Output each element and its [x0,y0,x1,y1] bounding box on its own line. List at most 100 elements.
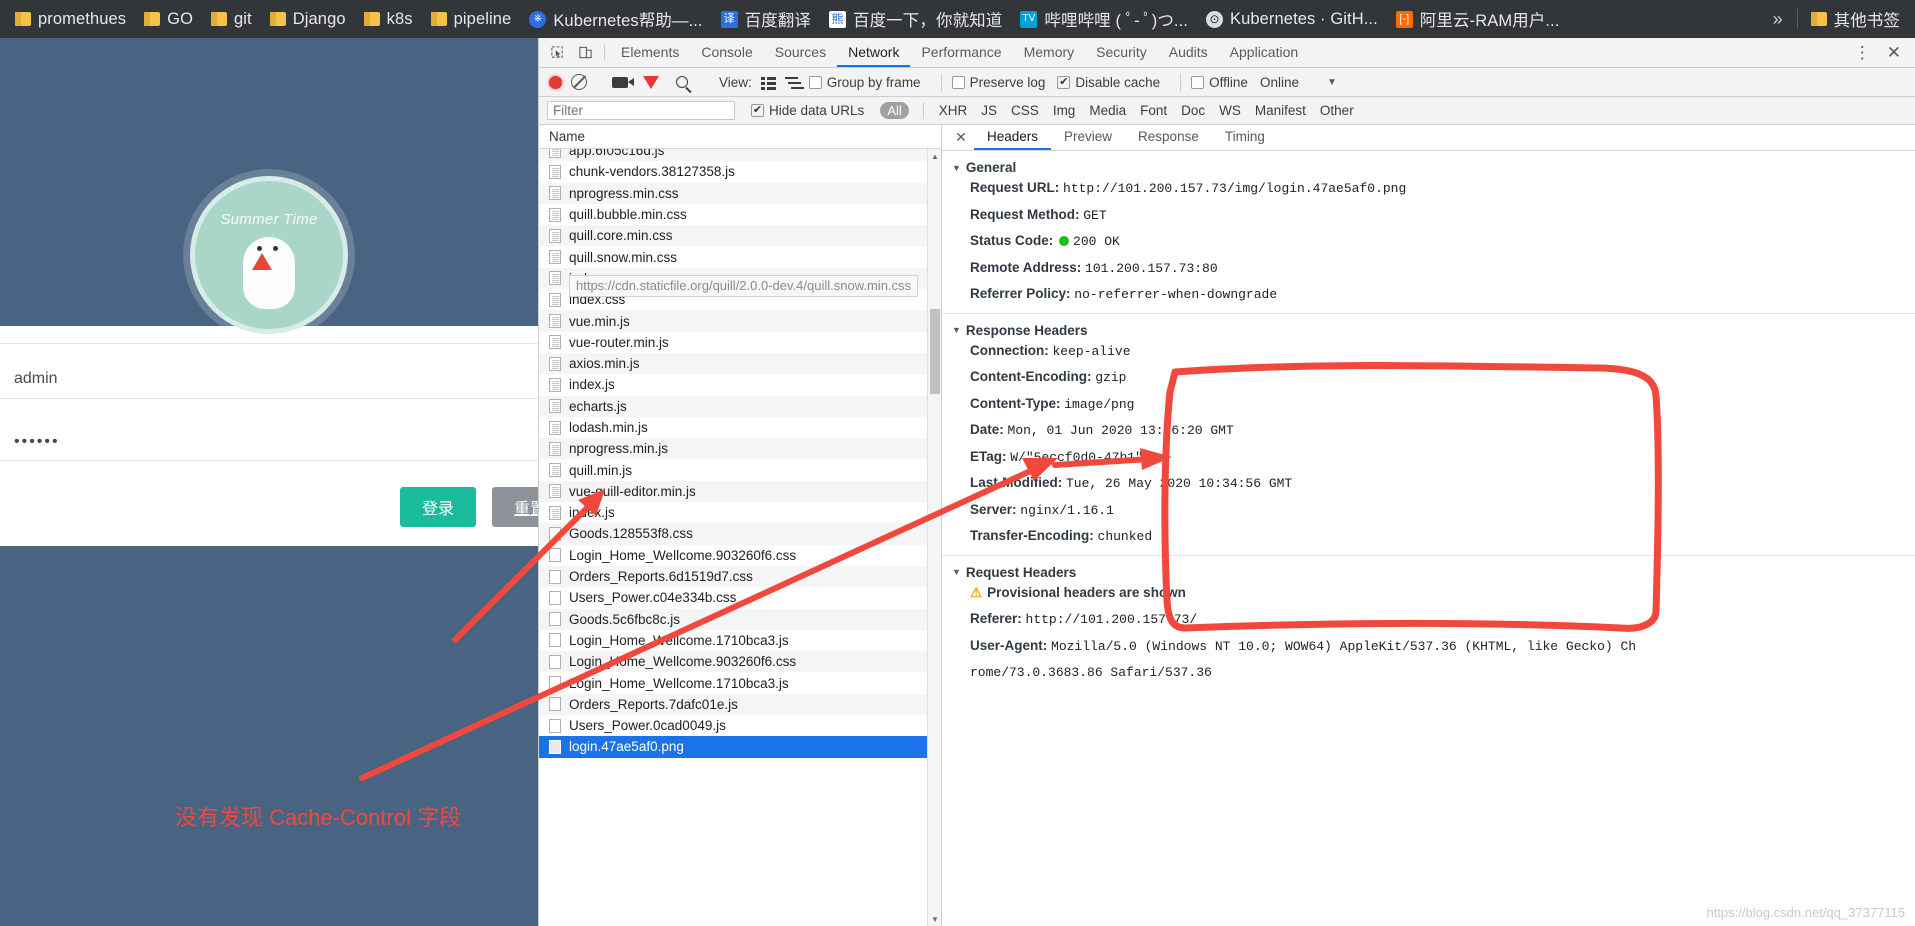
detail-tab-response[interactable]: Response [1125,125,1212,150]
table-row[interactable]: vue-quill-editor.min.js [539,480,941,503]
inspect-element-icon[interactable] [543,38,571,67]
table-row[interactable]: Users_Power.c04e334b.css [539,587,941,608]
bookmark-go[interactable]: GO [135,7,202,32]
table-row[interactable]: index.js [539,374,941,395]
table-row[interactable]: Goods.5c6fbc8c.js [539,608,941,630]
table-row[interactable]: quill.snow.min.css [539,246,941,267]
tab-sources[interactable]: Sources [764,38,837,67]
type-filter-all[interactable]: All [880,102,909,119]
table-row[interactable]: nprogress.min.css [539,182,941,204]
bookmark-label: promethues [38,9,127,28]
table-row[interactable]: vue.min.js [539,310,941,332]
type-filter-media[interactable]: Media [1082,103,1133,118]
request-headers-section-title[interactable]: ▼ Request Headers [952,565,1915,580]
table-row[interactable]: Login_Home_Wellcome.903260f6.css [539,545,941,566]
type-filter-css[interactable]: CSS [1004,103,1046,118]
table-row[interactable]: Login_Home_Wellcome.1710bca3.js [539,672,941,693]
detail-tab-preview[interactable]: Preview [1051,125,1125,150]
bookmark-k8s[interactable]: k8s [355,7,422,32]
view-list-icon[interactable] [760,76,776,89]
tab-memory[interactable]: Memory [1013,38,1086,67]
login-button[interactable]: 登录 [400,487,476,527]
bookmark-other-bookmarks[interactable]: 其他书签 [1802,4,1909,34]
capture-screenshots-icon[interactable] [612,76,634,88]
filter-input[interactable] [547,101,735,120]
bookmark-bilibili[interactable]: TV 哔哩哔哩 ( ﾟ- ﾟ)つ... [1011,4,1197,34]
tab-console[interactable]: Console [690,38,763,67]
password-input[interactable]: •••••• [14,433,60,451]
type-filter-img[interactable]: Img [1046,103,1083,118]
record-button-icon[interactable] [549,75,562,89]
detail-tab-headers[interactable]: Headers [974,125,1052,150]
throttling-value[interactable]: Online [1260,75,1299,90]
table-row[interactable]: lodash.min.js [539,417,941,438]
type-filter-doc[interactable]: Doc [1174,103,1212,118]
table-row[interactable]: axios.min.js [539,352,941,375]
table-row[interactable]: Login_Home_Wellcome.903260f6.css [539,651,941,673]
bookmark-baidu-fanyi[interactable]: 译 百度翻译 [712,4,820,34]
table-row[interactable]: vue-router.min.js [539,332,941,353]
clear-icon[interactable] [571,74,587,90]
hide-data-urls-checkbox[interactable]: Hide data URLs [751,103,864,118]
bookmark-pipeline[interactable]: pipeline [422,7,521,32]
table-row[interactable]: chunk-vendors.38127358.js [539,161,941,182]
tab-security[interactable]: Security [1085,38,1158,67]
table-row[interactable]: Orders_Reports.7dafc01e.js [539,693,941,716]
table-row[interactable]: Orders_Reports.6d1519d7.css [539,565,941,588]
bookmark-baidu[interactable]: 熊 百度一下，你就知道 [820,4,1011,34]
general-section-title[interactable]: ▼ General [952,160,1915,175]
table-row[interactable]: nprogress.min.js [539,438,941,460]
table-row[interactable]: Login_Home_Wellcome.1710bca3.js [539,630,941,651]
filter-icon[interactable] [643,75,659,89]
offline-checkbox[interactable]: Offline [1191,75,1248,90]
type-filter-js[interactable]: JS [974,103,1004,118]
bookmark-promethues[interactable]: promethues [6,7,135,32]
type-filter-xhr[interactable]: XHR [932,103,975,118]
chevron-down-icon[interactable]: ▼ [952,567,961,577]
type-filter-ws[interactable]: WS [1212,103,1248,118]
devtools-more-menu-icon[interactable]: ⋮ [1846,44,1879,61]
preserve-log-checkbox[interactable]: Preserve log [951,75,1045,90]
type-filter-other[interactable]: Other [1313,103,1361,118]
scroll-down-icon[interactable]: ▼ [928,912,942,926]
type-filter-manifest[interactable]: Manifest [1248,103,1313,118]
group-by-frame-checkbox[interactable]: Group by frame [808,75,921,90]
bookmark-git[interactable]: git [202,7,261,32]
type-filter-font[interactable]: Font [1133,103,1174,118]
chevron-down-icon[interactable]: ▼ [952,163,961,173]
table-row[interactable]: index.js [539,502,941,523]
chevron-down-icon[interactable]: ▼ [952,325,961,335]
table-row[interactable]: app.6f05c16d.js [539,149,941,162]
view-waterfall-icon[interactable] [784,76,800,89]
bookmark-kubernetes-help[interactable]: ⎈ Kubernetes帮助—... [520,4,711,34]
network-list-scrollbar[interactable]: ▲ ▼ [927,149,941,926]
toggle-device-toolbar-icon[interactable] [571,38,599,67]
close-detail-icon[interactable]: ✕ [948,125,974,150]
table-row[interactable]: login.47ae5af0.png [539,736,941,758]
disable-cache-checkbox[interactable]: Disable cache [1057,75,1160,90]
table-row[interactable]: Goods.128553f8.css [539,523,941,545]
chevron-down-icon[interactable]: ▼ [1327,77,1337,88]
table-row[interactable]: quill.bubble.min.css [539,204,941,225]
username-input[interactable]: admin [14,370,58,388]
tab-elements[interactable]: Elements [610,38,690,67]
bookmark-kubernetes-github[interactable]: ⊙ Kubernetes · GitH... [1197,7,1387,32]
table-row[interactable]: Users_Power.0cad0049.js [539,715,941,736]
tab-application[interactable]: Application [1219,38,1310,67]
bookmark-aliyun-ram[interactable]: [-] 阿里云-RAM用户... [1387,4,1569,34]
tab-network[interactable]: Network [837,38,911,67]
search-icon[interactable] [676,76,688,88]
table-row[interactable]: quill.core.min.css [539,225,941,247]
tab-performance[interactable]: Performance [910,38,1012,67]
column-header-name[interactable]: Name [539,125,941,149]
table-row[interactable]: quill.min.js [539,459,941,480]
detail-tab-timing[interactable]: Timing [1212,125,1278,150]
tab-audits[interactable]: Audits [1158,38,1219,67]
bookmark-django[interactable]: Django [261,7,355,32]
response-headers-section-title[interactable]: ▼ Response Headers [952,323,1915,338]
scrollbar-thumb[interactable] [930,309,940,394]
devtools-close-icon[interactable]: ✕ [1879,44,1909,61]
scroll-up-icon[interactable]: ▲ [928,149,942,163]
bookmarks-overflow-button[interactable]: » [1763,9,1793,30]
table-row[interactable]: echarts.js [539,395,941,417]
